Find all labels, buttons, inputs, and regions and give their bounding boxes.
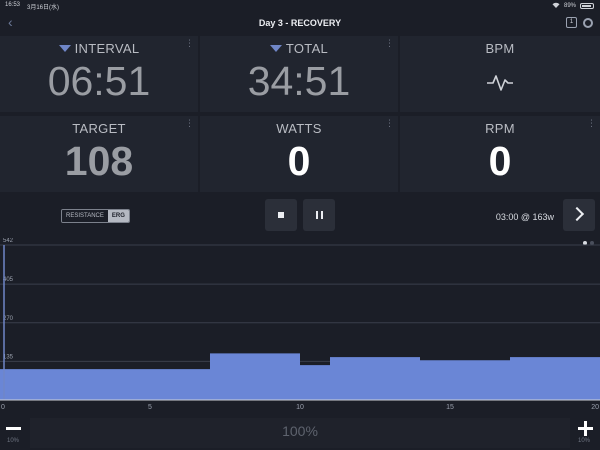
profile-bar bbox=[330, 357, 420, 400]
profile-bar bbox=[210, 353, 300, 400]
stop-icon bbox=[278, 212, 284, 218]
intensity-value: 100% bbox=[282, 423, 318, 439]
resistance-erg-toggle[interactable]: RESISTANCE ERG bbox=[61, 209, 130, 223]
countdown-triangle-icon bbox=[58, 45, 71, 52]
status-date: 3月16日(水) bbox=[27, 5, 60, 11]
rpm-value: 0 bbox=[488, 138, 512, 184]
total-value: 34:51 bbox=[247, 58, 351, 104]
more-vertical-icon[interactable]: ⋮ bbox=[385, 119, 394, 128]
chevron-right-icon bbox=[569, 206, 585, 222]
metrics-grid: INTERVAL 06:51 ⋮ TOTAL 34:51 ⋮ BPM TARGE… bbox=[0, 36, 600, 194]
stop-button[interactable] bbox=[265, 199, 297, 231]
profile-bar bbox=[510, 357, 600, 400]
pause-button[interactable] bbox=[303, 199, 335, 231]
status-time: 16:53 bbox=[5, 2, 21, 8]
header-icons: 1 bbox=[566, 17, 593, 28]
rpm-label: RPM bbox=[485, 121, 515, 136]
more-vertical-icon[interactable]: ⋮ bbox=[185, 119, 194, 128]
x-tick-label: 5 bbox=[148, 404, 152, 411]
x-tick-label: 20 bbox=[591, 404, 599, 411]
increase-intensity-button[interactable] bbox=[576, 418, 596, 438]
interval-label-row: INTERVAL bbox=[0, 41, 198, 56]
countdown-triangle-icon bbox=[269, 45, 282, 52]
more-vertical-icon[interactable]: ⋮ bbox=[185, 39, 194, 48]
status-bar: 16:53 3月16日(水) 89% bbox=[0, 0, 600, 12]
plus-step-label: 10% bbox=[578, 438, 591, 444]
rpm-tile[interactable]: RPM 0 ⋮ bbox=[400, 116, 600, 192]
bpm-label: BPM bbox=[485, 41, 515, 56]
total-label: TOTAL bbox=[285, 41, 329, 56]
watts-value: 0 bbox=[287, 138, 311, 184]
gear-icon[interactable] bbox=[583, 17, 593, 28]
target-tile[interactable]: TARGET 108 ⋮ bbox=[0, 116, 198, 192]
watts-tile[interactable]: WATTS 0 ⋮ bbox=[200, 116, 398, 192]
target-value: 108 bbox=[64, 138, 134, 184]
pause-icon bbox=[316, 211, 323, 219]
heart-rate-icon bbox=[487, 75, 513, 91]
x-tick-label: 15 bbox=[446, 404, 454, 411]
profile-bar bbox=[0, 369, 210, 400]
x-tick-label: 10 bbox=[296, 404, 304, 411]
battery-icon bbox=[580, 3, 594, 9]
workout-title: Day 3 - RECOVERY bbox=[258, 18, 342, 28]
watts-label: WATTS bbox=[276, 121, 322, 136]
status-right: 89% bbox=[552, 2, 594, 10]
interval-value: 06:51 bbox=[47, 58, 151, 104]
wifi-icon bbox=[552, 2, 560, 10]
workout-info-icon[interactable]: 1 bbox=[566, 17, 577, 28]
bpm-tile[interactable]: BPM bbox=[400, 36, 600, 112]
profile-bar bbox=[420, 360, 510, 400]
interval-tile[interactable]: INTERVAL 06:51 ⋮ bbox=[0, 36, 198, 112]
mode-resistance[interactable]: RESISTANCE bbox=[62, 210, 108, 222]
interval-label: INTERVAL bbox=[74, 41, 140, 56]
total-tile[interactable]: TOTAL 34:51 ⋮ bbox=[200, 36, 398, 112]
workout-profile-chart: 1352704055420 5 10 15 20 bbox=[0, 238, 600, 411]
total-label-row: TOTAL bbox=[200, 41, 398, 56]
next-interval-info: 03:00 @ 163w bbox=[495, 212, 554, 222]
x-tick-label: 0 bbox=[1, 404, 5, 411]
next-interval-button[interactable] bbox=[563, 199, 595, 231]
profile-bar bbox=[300, 365, 330, 400]
mode-erg[interactable]: ERG bbox=[107, 210, 129, 222]
target-label: TARGET bbox=[72, 121, 126, 136]
y-tick-label: 542 bbox=[3, 238, 14, 244]
top-bar: ‹ Day 3 - RECOVERY 1 bbox=[0, 12, 600, 34]
battery-percent: 89% bbox=[563, 3, 576, 9]
more-vertical-icon[interactable]: ⋮ bbox=[385, 39, 394, 48]
more-vertical-icon[interactable]: ⋮ bbox=[587, 119, 596, 128]
